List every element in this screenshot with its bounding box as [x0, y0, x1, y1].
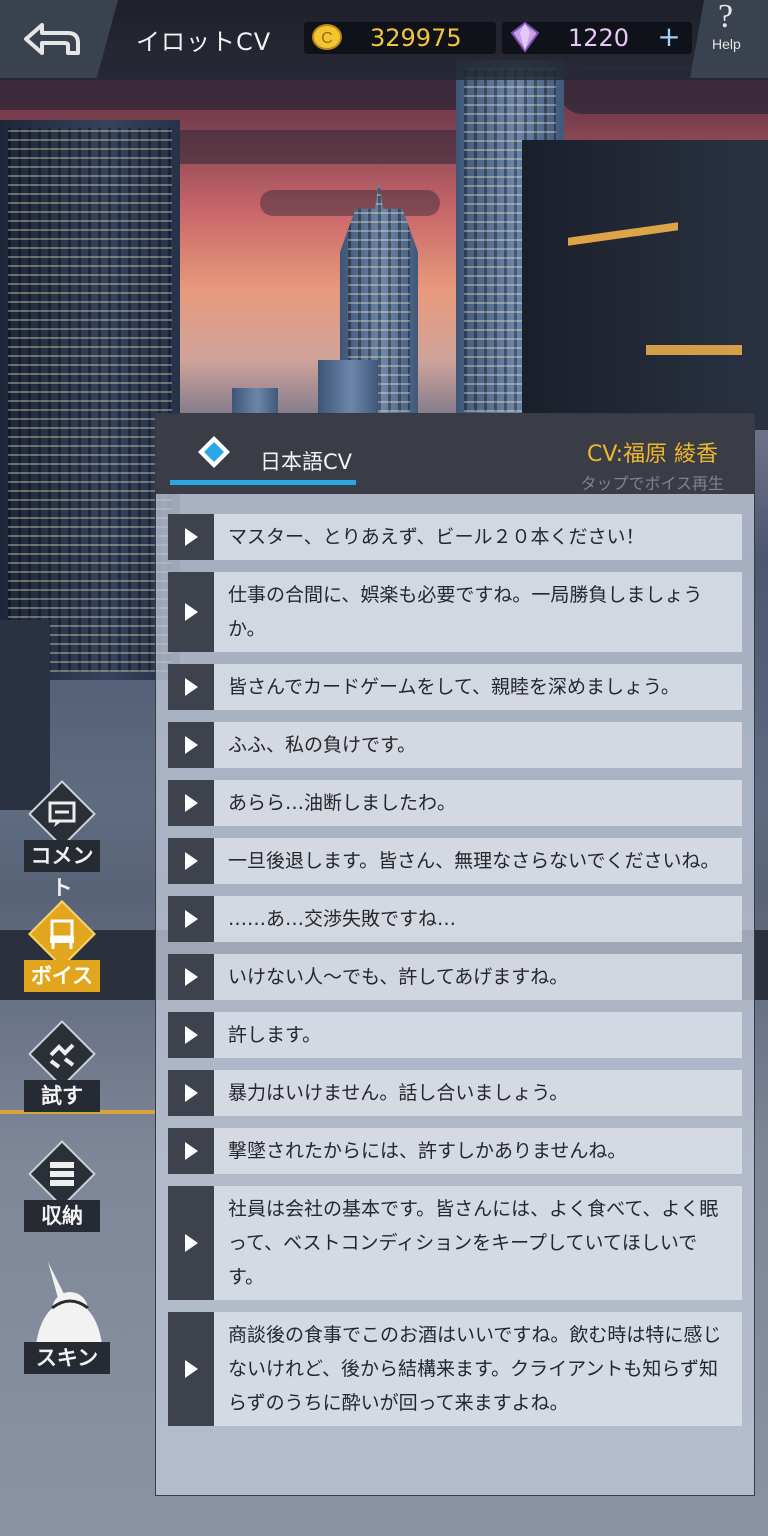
play-icon [168, 722, 214, 768]
voice-line-text: いけない人～でも、許してあげますね。 [214, 954, 742, 1000]
coin-amount: 329975 [370, 24, 462, 52]
play-icon [168, 572, 214, 652]
voice-line-row[interactable]: 皆さんでカードゲームをして、親睦を深めましょう。 [168, 664, 742, 710]
voice-line-text: ……あ…交渉失敗ですね… [214, 896, 742, 942]
play-icon [168, 780, 214, 826]
voice-line-row[interactable]: 一旦後退します。皆さん、無理なさらないでくださいね。 [168, 838, 742, 884]
side-tab-label: 試す [24, 1080, 100, 1112]
play-icon [168, 1070, 214, 1116]
play-icon [168, 896, 214, 942]
side-tab-comment[interactable]: コメント [18, 778, 106, 900]
voice-line-row[interactable]: 社員は会社の基本です。皆さんには、よく食べて、よく眠って、ベストコンディションを… [168, 1186, 742, 1300]
tab-underline [170, 480, 356, 485]
play-icon [168, 664, 214, 710]
play-icon [168, 1012, 214, 1058]
try-icon [49, 1043, 75, 1069]
play-icon [168, 1312, 214, 1426]
side-tab-storage[interactable]: 収納 [18, 1138, 106, 1248]
help-button[interactable]: ? Help [690, 0, 768, 78]
page-title: イロットCV [136, 28, 272, 56]
voice-line-text: 商談後の食事でこのお酒はいいですね。飲む時は特に感じないけれど、後から結構来ます… [214, 1312, 742, 1426]
storage-icon [50, 1162, 74, 1186]
side-tab-label: コメント [24, 840, 100, 900]
help-icon: ? [718, 0, 734, 35]
voice-line-row[interactable]: 暴力はいけません。話し合いましょう。 [168, 1070, 742, 1116]
play-icon [168, 838, 214, 884]
tab-label: 日本語CV [260, 450, 353, 474]
side-tab-skin[interactable]: スキン [18, 1258, 118, 1374]
gem-icon [510, 21, 540, 53]
tap-hint: タップでボイス再生 [580, 474, 724, 493]
coin-counter: C 329975 [304, 22, 496, 54]
gem-counter: 1220 + [502, 22, 692, 54]
voice-line-text: 暴力はいけません。話し合いましょう。 [214, 1070, 742, 1116]
play-icon [168, 1128, 214, 1174]
voice-line-row[interactable]: あらら…油断しましたわ。 [168, 780, 742, 826]
add-gems-button[interactable]: + [652, 22, 686, 54]
voice-line-row[interactable]: ……あ…交渉失敗ですね… [168, 896, 742, 942]
voice-line-row[interactable]: 許します。 [168, 1012, 742, 1058]
svg-text:C: C [321, 30, 333, 47]
voice-line-text: マスター、とりあえず、ビール２０本ください！ [214, 514, 742, 560]
voice-line-list[interactable]: マスター、とりあえず、ビール２０本ください！ 仕事の合間に、娯楽も必要ですね。一… [168, 514, 742, 1464]
back-button[interactable] [0, 0, 118, 78]
cv-actor-name: CV:福原 綾香 [586, 442, 718, 467]
side-tab-label: 収納 [24, 1200, 100, 1232]
voice-line-text: ふふ、私の負けです。 [214, 722, 742, 768]
side-tab-label: スキン [24, 1342, 110, 1374]
voice-line-row[interactable]: 商談後の食事でこのお酒はいいですね。飲む時は特に感じないけれど、後から結構来ます… [168, 1312, 742, 1426]
diamond-tab-icon [198, 436, 230, 468]
voice-line-row[interactable]: ふふ、私の負けです。 [168, 722, 742, 768]
voice-line-row[interactable]: いけない人～でも、許してあげますね。 [168, 954, 742, 1000]
side-tab-try[interactable]: 試す [18, 1018, 106, 1128]
side-tab-label: ボイス [24, 960, 100, 992]
voice-line-text: 一旦後退します。皆さん、無理なさらないでくださいね。 [214, 838, 742, 884]
comment-icon [48, 801, 76, 827]
voice-line-text: 皆さんでカードゲームをして、親睦を深めましょう。 [214, 664, 742, 710]
voice-line-row[interactable]: マスター、とりあえず、ビール２０本ください！ [168, 514, 742, 560]
play-icon [168, 514, 214, 560]
voice-line-text: 撃墜されたからには、許すしかありませんね。 [214, 1128, 742, 1174]
coin-icon: C [312, 24, 342, 50]
back-arrow-icon [24, 23, 80, 55]
play-icon [168, 1186, 214, 1300]
side-tab-voice[interactable]: ボイス [18, 898, 106, 1008]
panel-header: 日本語CV CV:福原 綾香 タップでボイス再生 [156, 414, 754, 494]
voice-panel: 日本語CV CV:福原 綾香 タップでボイス再生 マスター、とりあえず、ビール２… [155, 413, 755, 1496]
voice-line-text: あらら…油断しましたわ。 [214, 780, 742, 826]
voice-line-row[interactable]: 撃墜されたからには、許すしかありませんね。 [168, 1128, 742, 1174]
voice-line-text: 社員は会社の基本です。皆さんには、よく食べて、よく眠って、ベストコンディションを… [214, 1186, 742, 1300]
voice-line-text: 仕事の合間に、娯楽も必要ですね。一局勝負しましょうか。 [214, 572, 742, 652]
help-label: Help [712, 36, 741, 52]
voice-line-text: 許します。 [214, 1012, 742, 1058]
skin-icon [22, 1258, 112, 1350]
play-icon [168, 954, 214, 1000]
voice-line-row[interactable]: 仕事の合間に、娯楽も必要ですね。一局勝負しましょうか。 [168, 572, 742, 652]
voice-icon [50, 919, 74, 949]
top-bar: イロットCV C 329975 1220 + ? Help [0, 0, 768, 80]
gem-amount: 1220 [568, 24, 630, 52]
